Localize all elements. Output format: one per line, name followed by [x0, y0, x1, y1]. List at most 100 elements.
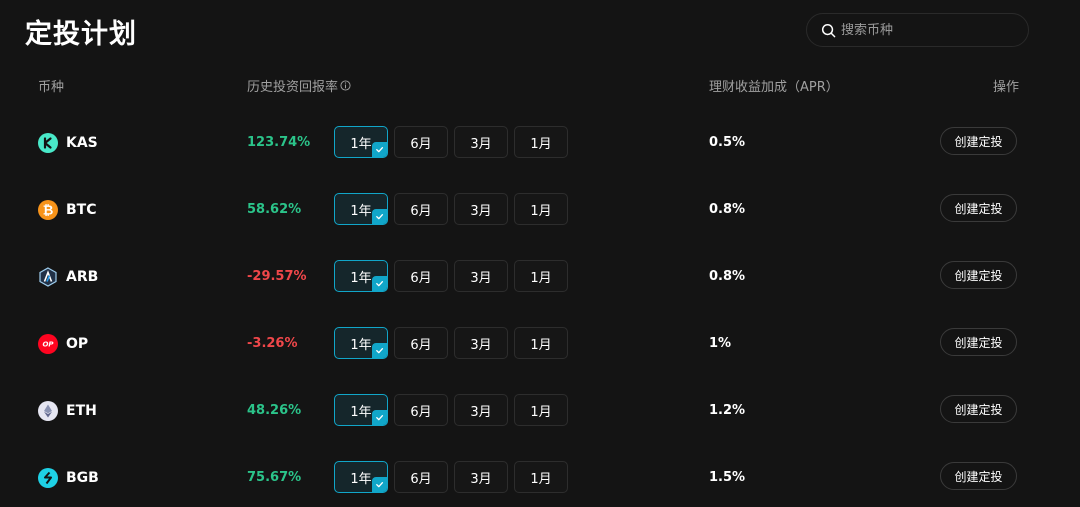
period-label: 1年 — [350, 337, 372, 353]
coin-cell[interactable]: BGB — [38, 468, 99, 488]
return-value: -29.57% — [247, 269, 307, 284]
period-selector: 1年 6月 3月 1月 — [334, 394, 568, 426]
period-selector: 1年 6月 3月 1月 — [334, 193, 568, 225]
period-label: 3月 — [470, 136, 492, 152]
arb-icon — [38, 267, 58, 287]
table-row: ₿ BTC 58.62% 1年 6月 3月 1月 0.8% 创建定投 — [0, 193, 1080, 227]
coin-name: ETH — [66, 403, 97, 419]
check-icon — [372, 142, 387, 157]
coin-cell[interactable]: ₿ BTC — [38, 200, 97, 220]
period-option[interactable]: 1月 — [514, 394, 568, 426]
period-option[interactable]: 6月 — [394, 126, 448, 158]
period-label: 6月 — [410, 136, 432, 152]
period-label: 1月 — [530, 203, 552, 219]
apr-value: 0.8% — [709, 269, 746, 284]
svg-text:OP: OP — [42, 341, 54, 349]
coin-cell[interactable]: ARB — [38, 267, 98, 287]
create-plan-button[interactable]: 创建定投 — [940, 127, 1017, 155]
header-return: 历史投资回报率 — [247, 76, 351, 95]
period-option[interactable]: 1月 — [514, 260, 568, 292]
check-icon — [372, 276, 387, 291]
period-label: 6月 — [410, 203, 432, 219]
return-value: 58.62% — [247, 202, 302, 217]
period-label: 1年 — [350, 136, 372, 152]
page-title: 定投计划 — [25, 19, 137, 50]
coin-name: ARB — [66, 269, 99, 285]
header-return-label: 历史投资回报率 — [247, 80, 339, 95]
search-box[interactable] — [806, 13, 1029, 47]
period-selector: 1年 6月 3月 1月 — [334, 260, 568, 292]
period-label: 1月 — [530, 270, 552, 286]
period-label: 6月 — [410, 471, 432, 487]
check-icon — [372, 410, 387, 425]
period-label: 3月 — [470, 471, 492, 487]
period-option[interactable]: 3月 — [454, 461, 508, 493]
period-option[interactable]: 3月 — [454, 193, 508, 225]
info-icon[interactable] — [340, 80, 351, 91]
period-option[interactable]: 3月 — [454, 394, 508, 426]
op-icon: OP — [38, 334, 58, 354]
create-plan-button[interactable]: 创建定投 — [940, 395, 1017, 423]
period-option[interactable]: 6月 — [394, 260, 448, 292]
period-option[interactable]: 6月 — [394, 394, 448, 426]
period-label: 3月 — [470, 337, 492, 353]
search-icon — [821, 23, 836, 37]
period-label: 3月 — [470, 203, 492, 219]
period-option[interactable]: 6月 — [394, 193, 448, 225]
coin-name: OP — [66, 336, 89, 352]
coin-name: BTC — [66, 202, 97, 218]
period-selector: 1年 6月 3月 1月 — [334, 327, 568, 359]
coin-cell[interactable]: KAS — [38, 133, 98, 153]
period-option[interactable]: 6月 — [394, 461, 448, 493]
apr-value: 0.5% — [709, 135, 746, 150]
kas-icon — [38, 133, 58, 153]
table-row: ARB -29.57% 1年 6月 3月 1月 0.8% 创建定投 — [0, 260, 1080, 294]
period-option[interactable]: 1月 — [514, 126, 568, 158]
period-label: 1年 — [350, 404, 372, 420]
period-option[interactable]: 1月 — [514, 461, 568, 493]
eth-icon — [38, 401, 58, 421]
check-icon — [372, 343, 387, 358]
period-label: 6月 — [410, 270, 432, 286]
svg-text:₿: ₿ — [43, 204, 54, 219]
period-selector: 1年 6月 3月 1月 — [334, 461, 568, 493]
table-row: KAS 123.74% 1年 6月 3月 1月 0.5% 创建定投 — [0, 126, 1080, 160]
period-label: 6月 — [410, 404, 432, 420]
period-option[interactable]: 1年 — [334, 394, 388, 426]
create-plan-button[interactable]: 创建定投 — [940, 328, 1017, 356]
period-label: 1年 — [350, 471, 372, 487]
apr-value: 1.2% — [709, 403, 746, 418]
period-label: 1月 — [530, 404, 552, 420]
create-plan-button[interactable]: 创建定投 — [940, 194, 1017, 222]
period-label: 1年 — [350, 203, 372, 219]
period-option[interactable]: 1月 — [514, 327, 568, 359]
period-option[interactable]: 3月 — [454, 126, 508, 158]
period-label: 6月 — [410, 337, 432, 353]
apr-value: 0.8% — [709, 202, 746, 217]
apr-value: 1% — [709, 336, 732, 351]
period-option[interactable]: 1年 — [334, 461, 388, 493]
period-option[interactable]: 1年 — [334, 260, 388, 292]
check-icon — [372, 209, 387, 224]
return-value: -3.26% — [247, 336, 298, 351]
btc-icon: ₿ — [38, 200, 58, 220]
period-selector: 1年 6月 3月 1月 — [334, 126, 568, 158]
period-option[interactable]: 3月 — [454, 260, 508, 292]
coin-cell[interactable]: OP OP — [38, 334, 88, 354]
period-option[interactable]: 3月 — [454, 327, 508, 359]
table-row: ETH 48.26% 1年 6月 3月 1月 1.2% 创建定投 — [0, 394, 1080, 428]
create-plan-button[interactable]: 创建定投 — [940, 462, 1017, 490]
period-label: 3月 — [470, 404, 492, 420]
table-row: OP OP -3.26% 1年 6月 3月 1月 1% 创建定投 — [0, 327, 1080, 361]
period-option[interactable]: 6月 — [394, 327, 448, 359]
return-value: 48.26% — [247, 403, 302, 418]
check-icon — [372, 477, 387, 492]
coin-cell[interactable]: ETH — [38, 401, 97, 421]
period-option[interactable]: 1月 — [514, 193, 568, 225]
period-option[interactable]: 1年 — [334, 126, 388, 158]
create-plan-button[interactable]: 创建定投 — [940, 261, 1017, 289]
period-option[interactable]: 1年 — [334, 193, 388, 225]
period-option[interactable]: 1年 — [334, 327, 388, 359]
search-input[interactable] — [841, 22, 1021, 38]
period-label: 1月 — [530, 337, 552, 353]
